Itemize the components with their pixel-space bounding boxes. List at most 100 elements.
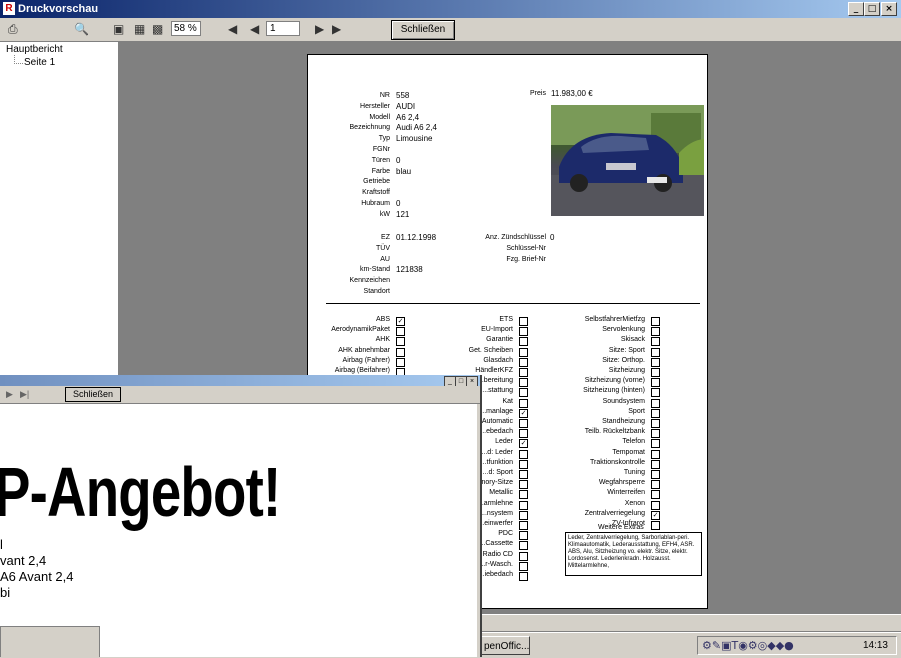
equipment-checkbox[interactable] <box>651 521 660 530</box>
equipment-checkbox[interactable] <box>519 470 528 479</box>
minimize-button[interactable]: _ <box>848 2 864 16</box>
field-label: EZ <box>381 234 390 241</box>
car-photo <box>551 105 704 216</box>
tree-item-root[interactable]: Hauptbericht <box>6 44 63 55</box>
field-label: Kraftstoff <box>362 189 390 197</box>
field-label: FGNr <box>372 146 390 153</box>
equipment-checkbox[interactable] <box>519 429 528 439</box>
tree-item-page[interactable]: Seite 1 <box>24 57 55 68</box>
equipment-checkbox[interactable] <box>651 347 660 357</box>
equipment-checkbox[interactable] <box>651 337 660 347</box>
equipment-checkbox[interactable] <box>519 347 528 357</box>
equipment-checkbox[interactable] <box>651 429 660 439</box>
equipment-checkbox[interactable] <box>651 449 660 459</box>
equipment-checkbox[interactable] <box>519 327 528 337</box>
equipment-checkbox[interactable] <box>651 357 660 367</box>
equipment-checkbox[interactable]: ✓ <box>519 439 528 449</box>
equipment-checkbox[interactable] <box>519 398 528 408</box>
equipment-checkbox[interactable] <box>651 368 660 377</box>
equipment-checkbox[interactable] <box>519 388 528 398</box>
equipment-checkbox[interactable] <box>519 357 528 367</box>
equipment-label: Airbag (Beifahrer) <box>334 367 390 374</box>
equipment-checkbox[interactable] <box>651 398 660 408</box>
field-label: Modell <box>369 113 390 121</box>
next-page-icon[interactable]: ▶ <box>315 22 324 36</box>
equipment-checkbox[interactable]: ✓ <box>651 510 660 520</box>
equipment-checkbox[interactable] <box>519 317 528 326</box>
field-value: A6 2,4 <box>396 112 420 122</box>
prev-page-icon[interactable]: ◀ <box>250 22 259 36</box>
field-value: 121838 <box>396 265 423 275</box>
equipment-checkbox[interactable] <box>519 368 528 377</box>
single-page-icon[interactable]: ▣ <box>113 22 124 36</box>
offer-line-2: vant 2,4 <box>0 553 47 568</box>
equipment-checkbox[interactable]: ✓ <box>396 317 405 326</box>
two-page-icon[interactable]: ▦ <box>134 22 145 36</box>
price-value: 11.983,00 € <box>551 89 593 98</box>
second-close-preview-button[interactable]: Schließen <box>65 387 121 402</box>
page-input[interactable]: 1 <box>266 21 300 36</box>
equipment-checkbox[interactable] <box>519 419 528 428</box>
equipment-checkbox[interactable] <box>396 337 405 347</box>
equipment-checkbox[interactable] <box>519 521 528 530</box>
field-value: 01.12.1998 <box>396 233 437 242</box>
equipment-checkbox[interactable] <box>651 327 660 337</box>
equipment-label: Get. Scheiben <box>468 346 513 354</box>
equipment-checkbox[interactable] <box>519 551 528 561</box>
second-next-page-icon[interactable]: ▶ <box>6 389 13 400</box>
equipment-checkbox[interactable] <box>519 541 528 551</box>
equipment-checkbox[interactable] <box>519 561 528 571</box>
equipment-label: Traktionskontrolle <box>590 458 645 466</box>
extras-title: Weitere Extras <box>598 524 644 531</box>
equipment-checkbox[interactable] <box>651 490 660 500</box>
field-label: kW <box>379 210 390 218</box>
equipment-checkbox[interactable] <box>519 480 528 490</box>
equipment-label: AHK abnehmbar <box>338 346 390 354</box>
equipment-checkbox[interactable] <box>651 378 660 388</box>
equipment-checkbox[interactable] <box>519 459 528 469</box>
equipment-checkbox[interactable] <box>396 327 405 337</box>
second-window-toolbar: ▶ ▶| Schließen <box>0 386 480 404</box>
equipment-checkbox[interactable]: ✓ <box>519 408 528 418</box>
equipment-checkbox[interactable] <box>651 388 660 398</box>
last-page-icon[interactable]: ▶ <box>332 22 341 36</box>
equipment-checkbox[interactable] <box>651 408 660 418</box>
equipment-checkbox[interactable] <box>651 470 660 479</box>
field-label: Anz. Zündschlüssel <box>485 234 546 241</box>
equipment-checkbox[interactable] <box>651 459 660 469</box>
multi-page-icon[interactable]: ▩ <box>152 22 163 36</box>
equipment-checkbox[interactable] <box>396 357 405 367</box>
first-page-icon[interactable]: ◀ <box>228 22 237 36</box>
offer-headline: P-Angebot! <box>0 453 281 531</box>
equipment-checkbox[interactable] <box>519 500 528 510</box>
print-icon[interactable]: ⎙ <box>8 22 18 36</box>
zoom-input[interactable]: 58 % <box>171 21 201 36</box>
equipment-checkbox[interactable] <box>519 572 528 581</box>
equipment-checkbox[interactable] <box>519 449 528 459</box>
equipment-checkbox[interactable] <box>651 419 660 428</box>
maximize-button[interactable]: □ <box>864 2 880 16</box>
equipment-checkbox[interactable] <box>519 531 528 541</box>
equipment-checkbox[interactable] <box>519 337 528 347</box>
tray-icons[interactable]: ⚙✎▣T◉⚙◎◆◆● <box>702 639 794 652</box>
equipment-checkbox[interactable] <box>651 500 660 510</box>
offer-line-1: l <box>0 537 3 552</box>
equipment-label: Xenon <box>624 499 645 507</box>
equipment-checkbox[interactable] <box>651 439 660 449</box>
taskbar-item-openoffice[interactable]: penOffic... <box>480 636 530 655</box>
search-icon[interactable]: 🔍 <box>74 22 89 36</box>
equipment-label: Airbag (Fahrer) <box>342 356 390 364</box>
equipment-checkbox[interactable] <box>396 347 405 357</box>
equipment-checkbox[interactable] <box>519 378 528 388</box>
equipment-label: AerodynamikPaket <box>331 326 390 334</box>
equipment-checkbox[interactable] <box>519 490 528 500</box>
extras-text: Leder, Zentralverriegelung, Sarborlablan… <box>565 532 702 576</box>
second-preview-window: _ □ × ▶ ▶| Schließen P-Angebot! l vant 2… <box>0 375 482 657</box>
second-last-page-icon[interactable]: ▶| <box>20 389 29 400</box>
equipment-checkbox[interactable] <box>519 510 528 520</box>
equipment-checkbox[interactable] <box>651 317 660 326</box>
equipment-checkbox[interactable] <box>651 480 660 490</box>
close-window-button[interactable]: × <box>881 2 897 16</box>
toolbar: ⎙ 🔍 ▣ ▦ ▩ 58 % ◀ ◀ 1 ▶ ▶ Schließen <box>0 18 901 42</box>
close-preview-button[interactable]: Schließen <box>391 20 455 40</box>
